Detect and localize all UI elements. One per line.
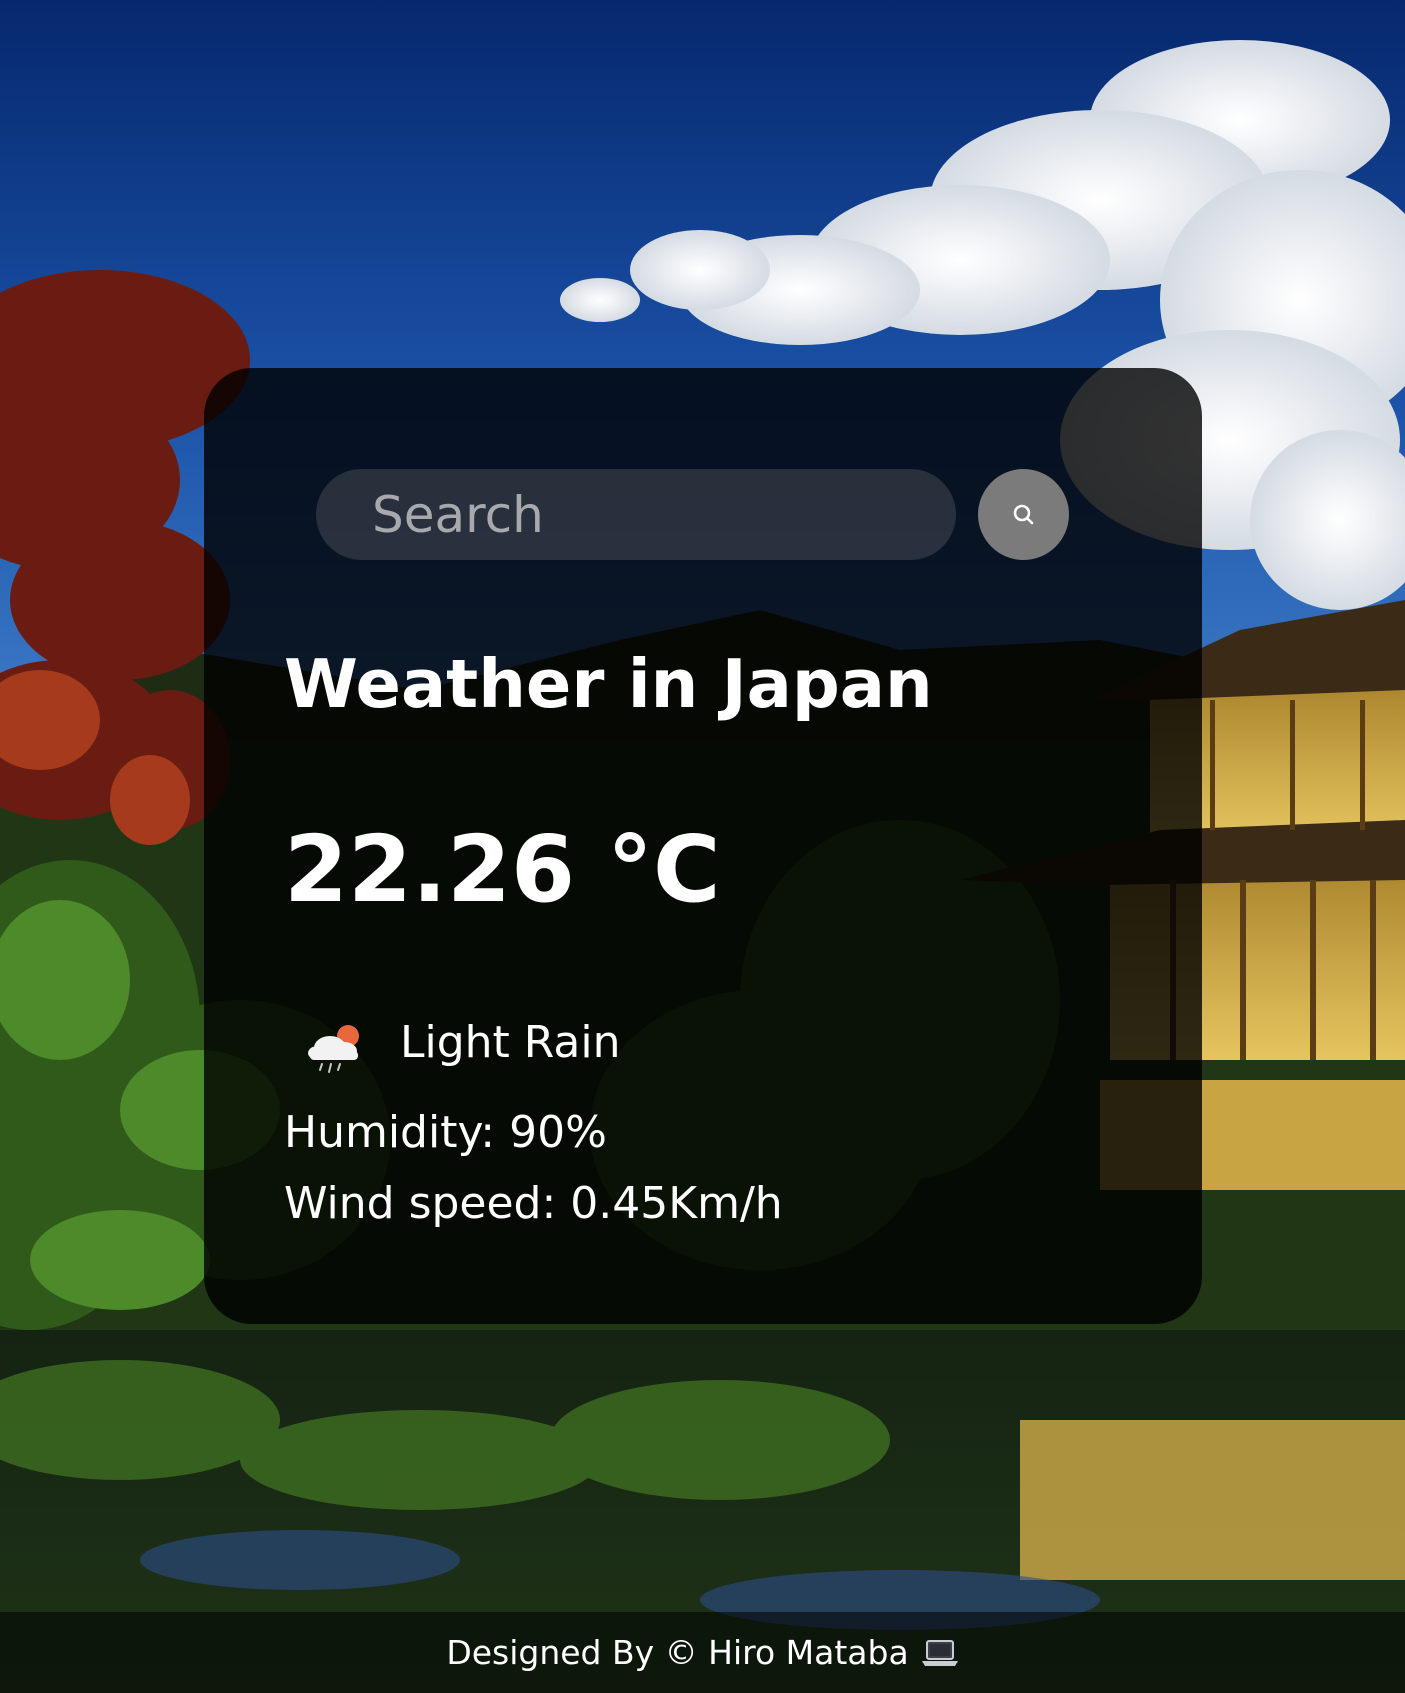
cloud-rain-sun-icon [308, 1025, 359, 1073]
laptop-icon [921, 1639, 958, 1666]
app-root: Weather in Japan 22.26 °C Light Rain Hum… [0, 0, 1405, 1693]
humidity-text: Humidity: 90% [284, 1107, 607, 1158]
footer-credit: Designed By © Hiro Mataba [446, 1633, 909, 1672]
city-title: Weather in Japan [284, 645, 933, 723]
weather-card: Weather in Japan 22.26 °C Light Rain Hum… [204, 368, 1202, 1324]
weather-description: Light Rain [400, 1017, 621, 1068]
search-button[interactable] [978, 469, 1069, 560]
search-icon [1013, 504, 1033, 524]
wind-speed-text: Wind speed: 0.45Km/h [284, 1178, 783, 1229]
temperature: 22.26 °C [284, 816, 721, 923]
search-input[interactable] [316, 469, 956, 560]
footer: Designed By © Hiro Mataba [0, 1612, 1405, 1693]
